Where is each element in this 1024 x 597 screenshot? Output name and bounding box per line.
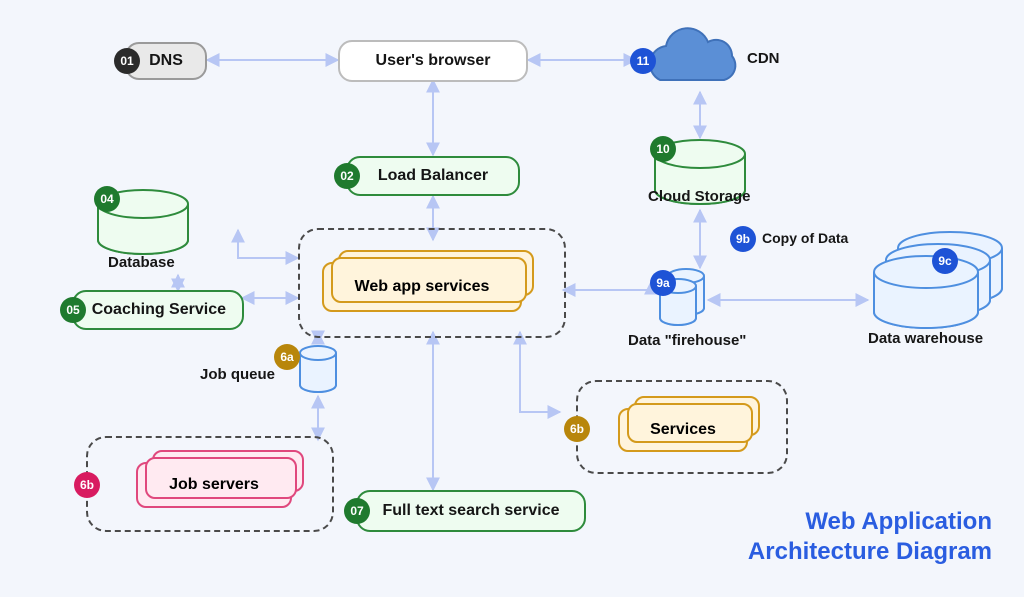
firehouse-label: Data "firehouse" — [628, 332, 746, 349]
job-servers-stack: Job servers — [136, 462, 292, 508]
fulltext-label: Full text search service — [383, 502, 560, 520]
database-label: Database — [108, 254, 175, 271]
services-stack: Services — [618, 408, 748, 452]
job-queue-badge: 6a — [274, 344, 300, 370]
browser-label: User's browser — [376, 52, 491, 70]
firehouse-badge: 9a — [650, 270, 676, 296]
job-servers-label: Job servers — [169, 476, 259, 494]
dns-label: DNS — [149, 52, 183, 70]
warehouse-label: Data warehouse — [868, 330, 983, 347]
job-queue-cylinder-icon — [300, 346, 336, 392]
load-balancer-node: Load Balancer — [346, 156, 520, 196]
job-servers-badge: 6b — [74, 472, 100, 498]
copy-of-data-label: Copy of Data — [762, 230, 848, 246]
cdn-label: CDN — [747, 50, 780, 67]
coaching-node: Coaching Service — [72, 290, 244, 330]
warehouse-badge: 9c — [932, 248, 958, 274]
warehouse-cylinder-icon — [874, 256, 978, 328]
diagram-title: Web Application Architecture Diagram — [748, 507, 992, 567]
dns-badge: 01 — [114, 48, 140, 74]
web-app-label: Web app services — [355, 278, 490, 296]
fulltext-badge: 07 — [344, 498, 370, 524]
copy-of-data-badge: 9b — [730, 226, 756, 252]
web-app-stack: Web app services — [322, 262, 522, 312]
cloud-storage-badge: 10 — [650, 136, 676, 162]
fulltext-node: Full text search service — [356, 490, 586, 532]
browser-node: User's browser — [338, 40, 528, 82]
cdn-badge: 11 — [630, 48, 656, 74]
cdn-cloud-icon — [650, 28, 735, 80]
load-balancer-badge: 02 — [334, 163, 360, 189]
coaching-badge: 05 — [60, 297, 86, 323]
database-badge: 04 — [94, 186, 120, 212]
coaching-label: Coaching Service — [92, 301, 226, 319]
job-queue-label: Job queue — [200, 366, 275, 383]
cloud-storage-label: Cloud Storage — [648, 188, 751, 205]
load-balancer-label: Load Balancer — [378, 167, 488, 185]
services-badge: 6b — [564, 416, 590, 442]
services-label: Services — [650, 421, 716, 439]
